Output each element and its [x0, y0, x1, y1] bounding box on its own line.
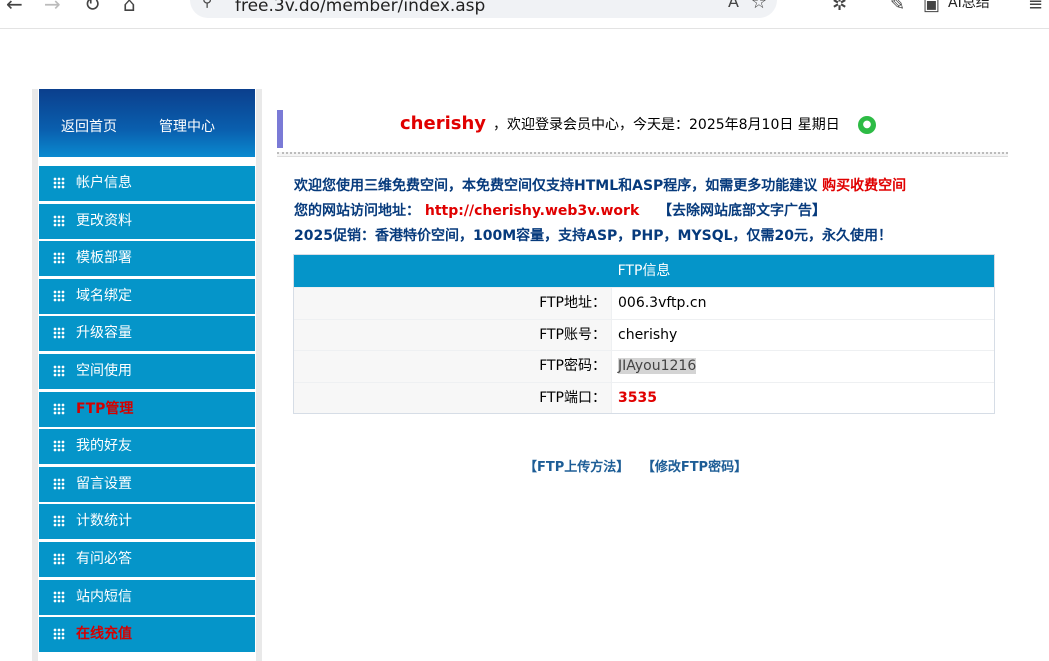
- grid-icon: [53, 177, 65, 189]
- table-row: FTP地址： 006.3vftp.cn: [294, 287, 994, 319]
- site-address-link[interactable]: http://cherishy.web3v.work: [425, 203, 639, 219]
- sidebar-item-label: 计数统计: [76, 513, 132, 530]
- promo-text[interactable]: 2025促销：香港特价空间，100M容量，支持ASP，PHP，MYSQL，仅需2…: [294, 228, 892, 244]
- ai-summary-label[interactable]: AI总结: [948, 0, 990, 12]
- sidebar-item-label: 在线充值: [76, 626, 132, 643]
- sidebar-item-label: 更改资料: [76, 212, 132, 229]
- ftp-account-value: cherishy: [611, 319, 994, 350]
- ftp-port-value: 3535: [611, 382, 994, 413]
- table-row: FTP账号： cherishy: [294, 318, 994, 350]
- grid-icon: [53, 553, 65, 565]
- welcome-bar: cherishy ，欢迎登录会员中心，今天是：2025年8月10日 星期日 ●: [277, 110, 1008, 148]
- ftp-table-title: FTP信息: [294, 255, 994, 287]
- sidebar-item-label: 模板部署: [76, 250, 132, 267]
- sidebar-item[interactable]: 计数统计: [39, 504, 255, 540]
- forward-arrow-icon[interactable]: →: [44, 0, 61, 14]
- back-arrow-icon[interactable]: ←: [6, 0, 23, 14]
- grid-icon: [53, 214, 65, 227]
- browser-toolbar: ← → ↻ ⌂ ⚲ free.3v.do/member/index.asp A …: [0, 0, 1049, 29]
- reload-icon[interactable]: ↻: [84, 0, 101, 14]
- edit-icon[interactable]: ✎: [890, 0, 905, 15]
- sidebar-item-label: 站内短信: [76, 588, 132, 605]
- grid-icon: [53, 289, 65, 302]
- table-row: FTP端口： 3535: [294, 381, 994, 413]
- sidebar-item-label: 升级容量: [76, 325, 132, 342]
- favorite-star-icon[interactable]: ☆: [751, 0, 767, 13]
- sidebar-item[interactable]: 站内短信: [39, 579, 255, 615]
- sidebar-item-label: FTP管理: [76, 400, 134, 417]
- sidebar-header: 返回首页 管理中心: [39, 89, 255, 157]
- ai-summary-icon[interactable]: ▣: [923, 0, 940, 15]
- admin-center-link[interactable]: 管理中心: [159, 118, 215, 136]
- buy-space-link[interactable]: 购买收费空间: [822, 178, 906, 194]
- home-link[interactable]: 返回首页: [61, 118, 117, 136]
- ftp-password-label: FTP密码：: [539, 358, 606, 374]
- extensions-icon[interactable]: ✲: [832, 0, 847, 15]
- site-address-label: 您的网站访问地址：: [294, 203, 420, 219]
- sidebar-item[interactable]: 在线充值: [39, 617, 255, 653]
- menu-icon[interactable]: ≡: [1028, 0, 1043, 15]
- ftp-password-cell: JIAyou1216: [611, 351, 994, 382]
- address-bar[interactable]: ⚲ free.3v.do/member/index.asp A ☆: [190, 0, 777, 18]
- sidebar-item-label: 帐户信息: [76, 175, 132, 191]
- welcome-message: ，欢迎登录会员中心，今天是：2025年8月10日 星期日: [493, 117, 840, 133]
- sidebar-item[interactable]: 升级容量: [39, 316, 255, 352]
- sidebar-item[interactable]: 空间使用: [39, 354, 255, 389]
- ftp-password-value: JIAyou1216: [618, 358, 697, 374]
- remove-ad-link[interactable]: 【去除网站底部文字广告】: [658, 199, 826, 224]
- username: cherishy: [400, 113, 487, 134]
- sidebar-item-label: 域名绑定: [76, 287, 132, 304]
- ftp-address-label: FTP地址：: [539, 295, 606, 311]
- sidebar: 返回首页 管理中心 帐户信息更改资料模板部署域名绑定升级容量空间使用 FTP管理我…: [32, 89, 262, 661]
- home-icon[interactable]: ⌂: [123, 0, 136, 14]
- grid-icon: [53, 628, 65, 641]
- sidebar-item[interactable]: 我的好友: [39, 429, 255, 465]
- sidebar-item-label: 有问必答: [76, 551, 132, 567]
- sidebar-item-label: 留言设置: [76, 475, 132, 492]
- ftp-account-label: FTP账号：: [539, 326, 606, 343]
- sidebar-item-label: 我的好友: [76, 438, 132, 455]
- sidebar-item[interactable]: FTP管理: [39, 391, 255, 427]
- grid-icon: [53, 402, 65, 415]
- ftp-links: 【FTP上传方法】 【修改FTP密码】: [524, 456, 755, 475]
- grid-icon: [53, 365, 65, 377]
- divider: [277, 152, 1008, 157]
- grid-icon: [53, 590, 65, 603]
- sidebar-item[interactable]: 留言设置: [39, 466, 255, 502]
- ftp-address-value: 006.3vftp.cn: [611, 288, 994, 319]
- site-info-icon[interactable]: ⚲: [202, 0, 212, 10]
- sidebar-item[interactable]: 帐户信息: [39, 166, 255, 201]
- read-aloud-icon[interactable]: A: [728, 0, 739, 11]
- grid-icon: [53, 515, 65, 528]
- table-row: FTP密码： JIAyou1216: [294, 350, 994, 382]
- ftp-info-table: FTP信息 FTP地址： 006.3vftp.cn FTP账号： cherish…: [293, 254, 995, 414]
- change-ftp-password-link[interactable]: 【修改FTP密码】: [642, 460, 747, 475]
- grid-icon: [53, 477, 65, 490]
- sidebar-item[interactable]: 模板部署: [39, 241, 255, 277]
- url-text[interactable]: free.3v.do/member/index.asp: [235, 0, 485, 16]
- sidebar-item-label: 空间使用: [76, 363, 132, 379]
- grid-icon: [53, 327, 65, 340]
- sidebar-item[interactable]: 更改资料: [39, 203, 255, 239]
- wechat-icon[interactable]: ●: [858, 116, 876, 134]
- sidebar-item[interactable]: 域名绑定: [39, 278, 255, 314]
- intro-text: 欢迎您使用三维免费空间，本免费空间仅支持HTML和ASP程序，如需更多功能建议: [294, 178, 818, 194]
- grid-icon: [53, 440, 65, 453]
- sidebar-item[interactable]: 有问必答: [39, 542, 255, 577]
- info-block: 欢迎您使用三维免费空间，本免费空间仅支持HTML和ASP程序，如需更多功能建议 …: [294, 174, 906, 249]
- ftp-port-label: FTP端口：: [539, 389, 606, 406]
- grid-icon: [53, 252, 65, 265]
- ftp-upload-method-link[interactable]: 【FTP上传方法】: [524, 460, 629, 475]
